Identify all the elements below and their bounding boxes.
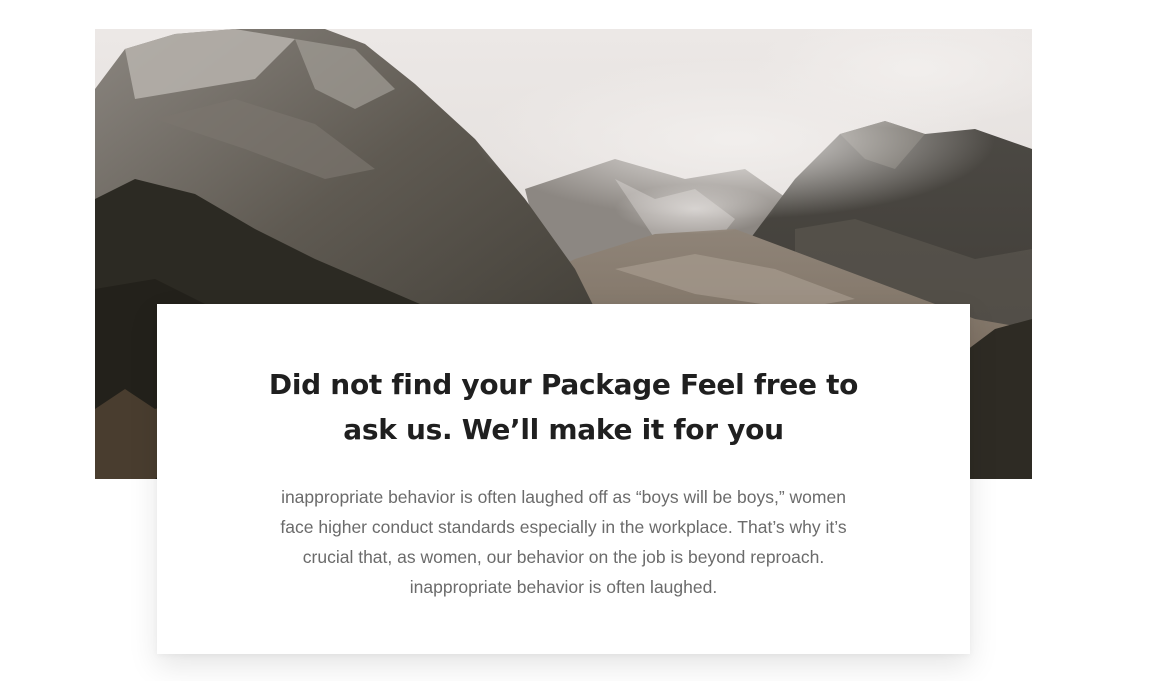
custom-package-section: Did not find your Package Feel free to a… xyxy=(0,0,1152,681)
custom-package-card: Did not find your Package Feel free to a… xyxy=(157,304,970,654)
card-heading: Did not find your Package Feel free to a… xyxy=(268,368,859,446)
card-description: inappropriate behavior is often laughed … xyxy=(280,487,847,597)
